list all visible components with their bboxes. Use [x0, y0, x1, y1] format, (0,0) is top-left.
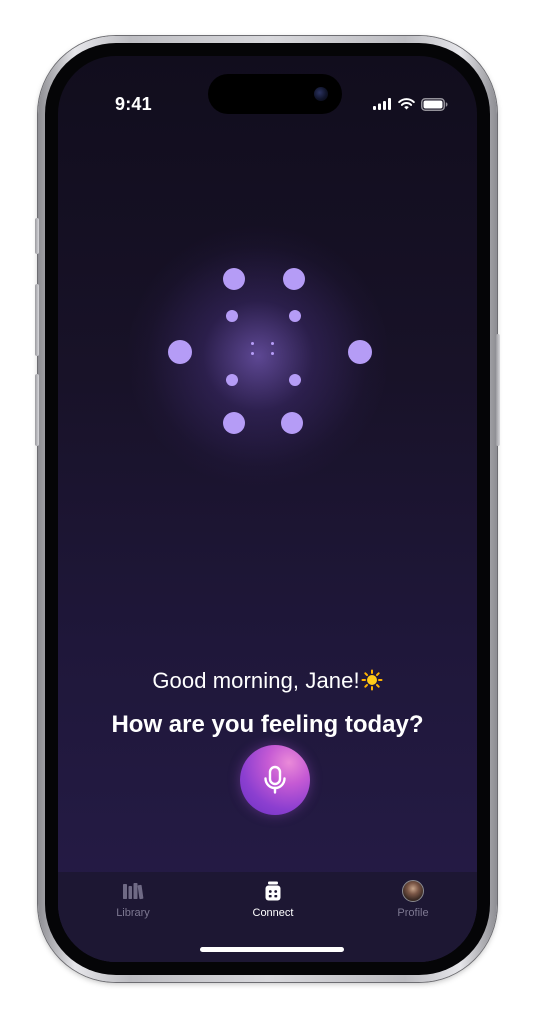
wifi-icon [398, 98, 415, 110]
orb-dot [289, 310, 301, 322]
connect-icon [265, 881, 281, 901]
status-time: 9:41 [115, 94, 152, 114]
tab-profile-label: Profile [397, 907, 429, 919]
orb-dot [226, 310, 238, 322]
status-bar: 9:41 [58, 56, 477, 116]
tab-library-label: Library [116, 907, 150, 919]
tab-connect-label: Connect [252, 907, 294, 919]
orb-dot [271, 352, 274, 355]
orb-dot [289, 374, 301, 386]
tab-bar: Library Connect Profile [58, 872, 477, 962]
greeting-label: Good morning, Jane! [152, 668, 360, 693]
voice-input-button[interactable] [240, 745, 310, 815]
mood-question: How are you feeling today? [111, 711, 424, 738]
sun-icon [361, 669, 383, 691]
orb-dot [348, 340, 372, 364]
app-screen: 9:41 Good morning, Jane! How are you fee… [58, 56, 477, 962]
orb-dot [223, 412, 245, 434]
orb-dot [251, 342, 254, 345]
orb-dot [168, 340, 192, 364]
orb-dot [251, 352, 254, 355]
library-books-icon [123, 883, 144, 900]
greeting-text: Good morning, Jane! [58, 668, 477, 694]
tab-profile[interactable]: Profile [368, 880, 458, 919]
orb-dot [283, 268, 305, 290]
phone-frame: 9:41 Good morning, Jane! How are you fee… [35, 36, 500, 982]
power-button [496, 334, 500, 446]
dynamic-island [208, 74, 342, 114]
volume-up-button [35, 284, 39, 356]
tab-library[interactable]: Library [88, 880, 178, 919]
front-camera [314, 87, 328, 101]
orb-dot [223, 268, 245, 290]
microphone-icon [264, 765, 286, 794]
phone-bezel: 9:41 Good morning, Jane! How are you fee… [45, 43, 490, 975]
orb-dot [226, 374, 238, 386]
volume-down-button [35, 374, 39, 446]
action-button [35, 218, 39, 254]
orb-dot [271, 342, 274, 345]
status-icons [373, 97, 448, 111]
battery-icon [421, 97, 448, 111]
home-indicator[interactable] [200, 947, 344, 952]
avatar [402, 880, 424, 902]
orb-dot [281, 412, 303, 434]
tab-connect[interactable]: Connect [228, 880, 318, 919]
cellular-signal-icon [373, 98, 391, 110]
